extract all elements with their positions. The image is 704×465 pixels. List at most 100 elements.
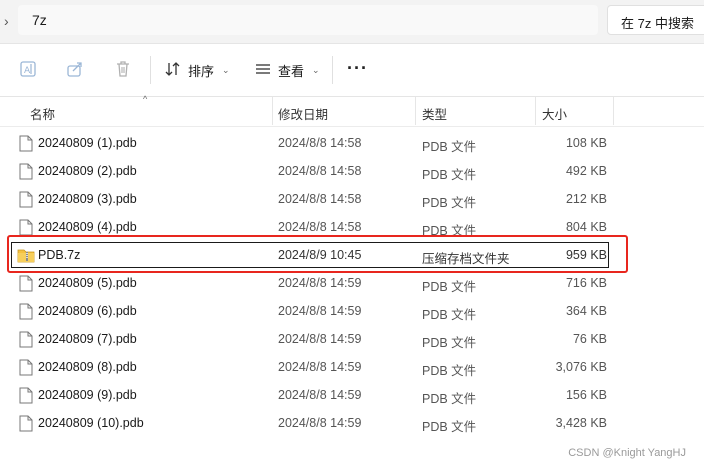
- more-options-button[interactable]: ···: [347, 58, 368, 79]
- file-name: 20240809 (3).pdb: [38, 192, 137, 206]
- file-row[interactable]: 20240809 (5).pdb 2024/8/8 14:59 PDB 文件 7…: [0, 269, 704, 297]
- file-date: 2024/8/8 14:59: [278, 388, 362, 402]
- file-row[interactable]: 20240809 (1).pdb 2024/8/8 14:58 PDB 文件 1…: [0, 129, 704, 157]
- search-box[interactable]: 在 7z 中搜索: [607, 5, 704, 35]
- file-size: 716 KB: [565, 276, 607, 290]
- file-date: 2024/8/8 14:58: [278, 136, 362, 150]
- sort-ascending-icon: ^: [143, 94, 148, 104]
- file-size: 76 KB: [572, 332, 607, 346]
- file-type: PDB 文件: [422, 420, 477, 434]
- zip-folder-icon: [17, 247, 35, 264]
- svg-text:A: A: [24, 66, 31, 76]
- file-type: PDB 文件: [422, 196, 477, 210]
- file-type: PDB 文件: [422, 140, 477, 154]
- file-size: 3,076 KB: [555, 360, 607, 374]
- file-size: 364 KB: [565, 304, 607, 318]
- column-divider[interactable]: [535, 97, 536, 125]
- chevron-down-icon: ⌄: [312, 64, 320, 75]
- file-date: 2024/8/8 14:58: [278, 220, 362, 234]
- file-size: 156 KB: [565, 388, 607, 402]
- sort-button[interactable]: 排序 ⌄: [164, 57, 230, 83]
- file-row[interactable]: 20240809 (4).pdb 2024/8/8 14:58 PDB 文件 8…: [0, 213, 704, 241]
- file-date: 2024/8/8 14:58: [278, 164, 362, 178]
- file-name: 20240809 (10).pdb: [38, 416, 144, 430]
- file-type: PDB 文件: [422, 168, 477, 182]
- column-size[interactable]: 大小: [542, 104, 567, 123]
- file-date: 2024/8/8 14:59: [278, 276, 362, 290]
- sort-icon: [164, 60, 182, 81]
- column-name[interactable]: 名称: [30, 104, 55, 123]
- address-path: 7z: [32, 12, 47, 28]
- file-name: PDB.7z: [38, 248, 81, 262]
- file-type: PDB 文件: [422, 392, 477, 406]
- file-date: 2024/8/8 14:59: [278, 360, 362, 374]
- delete-icon[interactable]: [112, 58, 134, 80]
- file-date: 2024/8/8 14:59: [278, 332, 362, 346]
- file-row[interactable]: 20240809 (7).pdb 2024/8/8 14:59 PDB 文件 7…: [0, 325, 704, 353]
- toolbar-divider: [332, 56, 333, 84]
- file-size: 3,428 KB: [555, 416, 607, 430]
- view-button[interactable]: 查看 ⌄: [254, 57, 320, 83]
- file-type: PDB 文件: [422, 280, 477, 294]
- document-icon: [19, 331, 33, 348]
- share-icon[interactable]: [64, 58, 86, 80]
- document-icon: [19, 275, 33, 292]
- file-size: 212 KB: [565, 192, 607, 206]
- rename-icon[interactable]: A: [17, 58, 39, 80]
- file-name: 20240809 (5).pdb: [38, 276, 137, 290]
- file-size: 108 KB: [565, 136, 607, 150]
- file-name: 20240809 (4).pdb: [38, 220, 137, 234]
- file-name: 20240809 (2).pdb: [38, 164, 137, 178]
- document-icon: [19, 135, 33, 152]
- column-type[interactable]: 类型: [422, 104, 447, 123]
- file-row-archive[interactable]: PDB.7z 2024/8/9 10:45 压缩存档文件夹 959 KB: [0, 241, 704, 269]
- search-placeholder: 在 7z 中搜索: [621, 16, 694, 31]
- view-label: 查看: [278, 63, 305, 79]
- command-bar: A 排序 ⌄ 查看 ⌄ ···: [0, 44, 704, 97]
- document-icon: [19, 303, 33, 320]
- file-date: 2024/8/9 10:45: [278, 248, 362, 262]
- file-row[interactable]: 20240809 (3).pdb 2024/8/8 14:58 PDB 文件 2…: [0, 185, 704, 213]
- column-divider[interactable]: [272, 97, 273, 125]
- file-row[interactable]: 20240809 (8).pdb 2024/8/8 14:59 PDB 文件 3…: [0, 353, 704, 381]
- document-icon: [19, 191, 33, 208]
- watermark-text: CSDN @Knight YangHJ: [568, 447, 686, 459]
- view-icon: [254, 60, 272, 81]
- column-date[interactable]: 修改日期: [278, 104, 328, 123]
- address-bar-area: › 7z 在 7z 中搜索: [0, 0, 704, 44]
- file-row[interactable]: 20240809 (10).pdb 2024/8/8 14:59 PDB 文件 …: [0, 409, 704, 437]
- document-icon: [19, 359, 33, 376]
- document-icon: [19, 415, 33, 432]
- file-type: PDB 文件: [422, 364, 477, 378]
- file-name: 20240809 (7).pdb: [38, 332, 137, 346]
- file-name: 20240809 (1).pdb: [38, 136, 137, 150]
- document-icon: [19, 219, 33, 236]
- file-type: PDB 文件: [422, 336, 477, 350]
- column-header: ^ 名称 修改日期 类型 大小: [0, 94, 704, 127]
- file-date: 2024/8/8 14:58: [278, 192, 362, 206]
- document-icon: [19, 163, 33, 180]
- file-date: 2024/8/8 14:59: [278, 416, 362, 430]
- file-name: 20240809 (8).pdb: [38, 360, 137, 374]
- file-date: 2024/8/8 14:59: [278, 304, 362, 318]
- address-bar[interactable]: 7z: [18, 5, 598, 35]
- chevron-down-icon: ⌄: [222, 64, 230, 75]
- file-type: PDB 文件: [422, 224, 477, 238]
- file-size: 959 KB: [565, 248, 607, 262]
- sort-label: 排序: [188, 63, 215, 79]
- column-divider[interactable]: [613, 97, 614, 125]
- file-name: 20240809 (6).pdb: [38, 304, 137, 318]
- file-list: 20240809 (1).pdb 2024/8/8 14:58 PDB 文件 1…: [0, 129, 704, 437]
- file-size: 492 KB: [565, 164, 607, 178]
- toolbar-divider: [150, 56, 151, 84]
- file-type: PDB 文件: [422, 308, 477, 322]
- column-divider[interactable]: [415, 97, 416, 125]
- file-type: 压缩存档文件夹: [422, 252, 510, 266]
- file-row[interactable]: 20240809 (6).pdb 2024/8/8 14:59 PDB 文件 3…: [0, 297, 704, 325]
- file-size: 804 KB: [565, 220, 607, 234]
- chevron-right-icon[interactable]: ›: [4, 12, 16, 30]
- document-icon: [19, 387, 33, 404]
- file-row[interactable]: 20240809 (9).pdb 2024/8/8 14:59 PDB 文件 1…: [0, 381, 704, 409]
- file-name: 20240809 (9).pdb: [38, 388, 137, 402]
- file-row[interactable]: 20240809 (2).pdb 2024/8/8 14:58 PDB 文件 4…: [0, 157, 704, 185]
